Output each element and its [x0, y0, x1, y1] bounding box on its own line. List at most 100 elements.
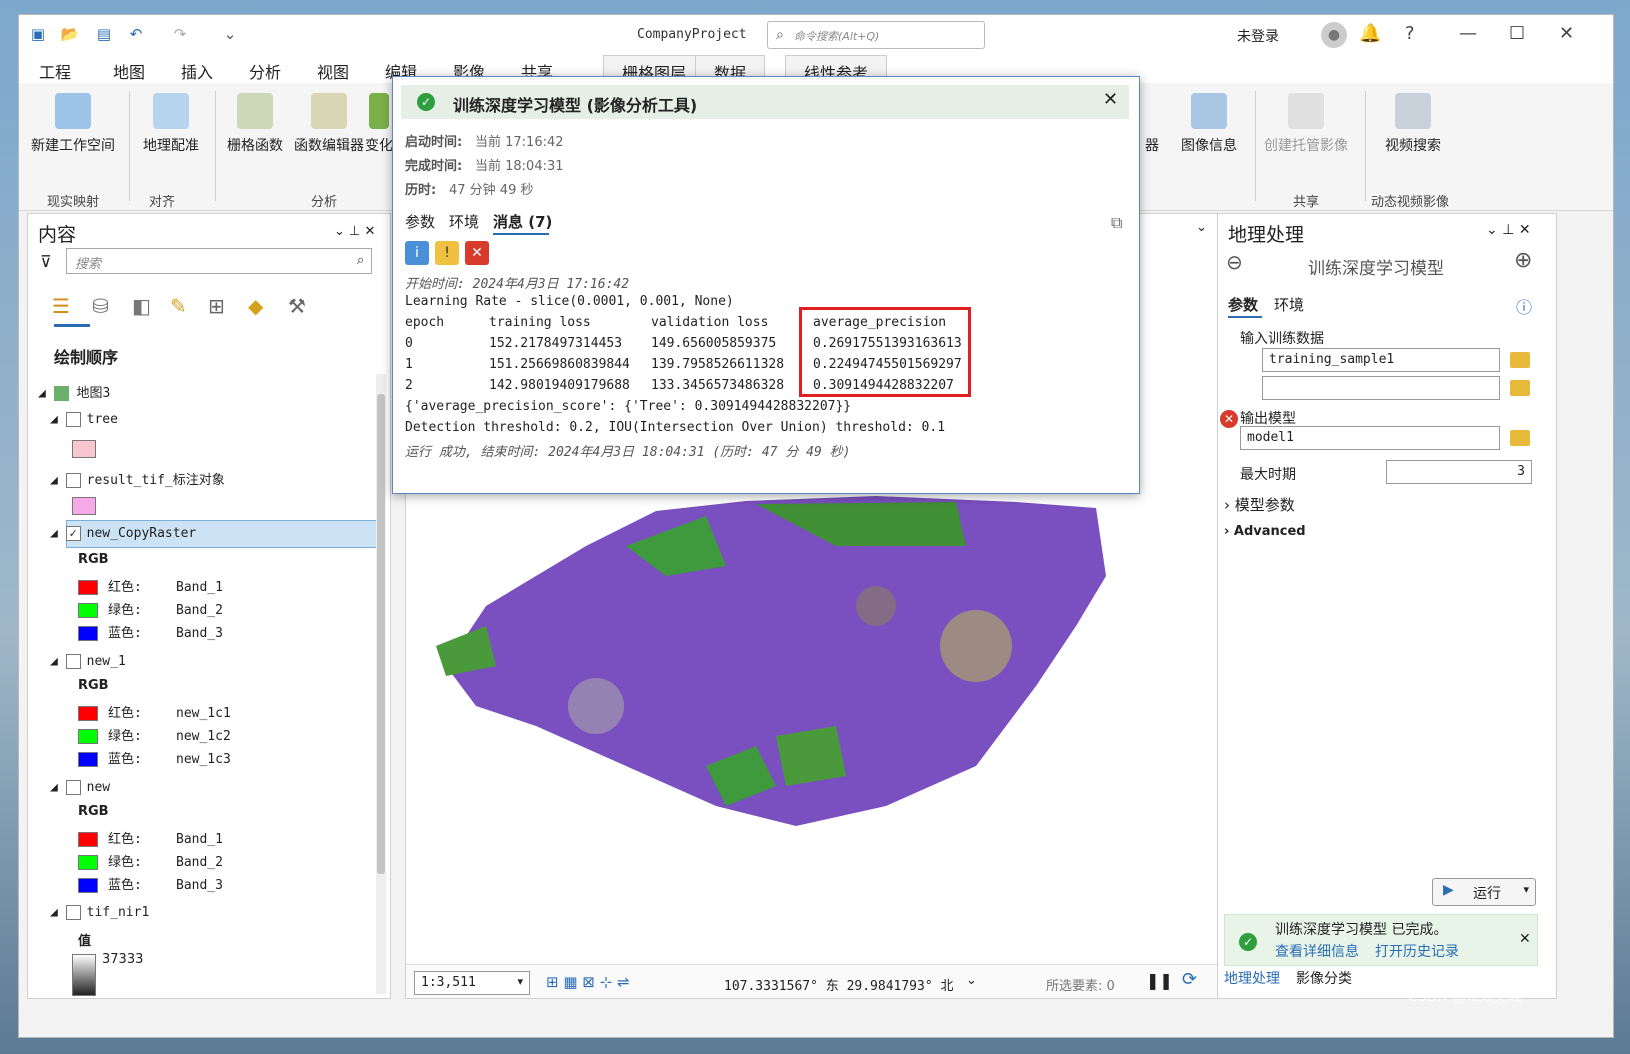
error-filter-icon[interactable]: ✕ [465, 241, 489, 265]
pane-menu-icon[interactable]: ⌄ ⊥ ✕ [334, 224, 375, 239]
map-tab-menu-icon[interactable]: ⌄ [1196, 220, 1207, 235]
pause-icon[interactable]: ❚❚ [1146, 971, 1173, 990]
avatar[interactable]: ● [1321, 22, 1347, 48]
layer-checkbox[interactable] [65, 473, 81, 488]
help-icon[interactable]: ⓘ [1516, 294, 1532, 318]
run-button[interactable]: ▶ 运行 ▾ [1432, 878, 1536, 906]
refresh-icon[interactable]: ⟳ [1182, 969, 1197, 990]
selected-features[interactable]: 所选要素: 0 [1046, 975, 1115, 994]
tab-environments[interactable]: 环境 [1274, 294, 1304, 315]
input-training-data-empty-field[interactable] [1262, 376, 1500, 400]
band-key: 绿色: [108, 603, 142, 618]
browse-folder-icon[interactable] [1510, 352, 1530, 368]
layer-checkbox[interactable] [65, 654, 81, 669]
layer-tif-nir1[interactable]: ◢ tif_nir1 [50, 905, 149, 920]
map-node[interactable]: ◢ 地图3 [38, 382, 110, 401]
customize-toolbar-icon[interactable]: ⌄ [219, 25, 241, 45]
info-filter-icon[interactable]: i [405, 241, 429, 265]
copy-icon[interactable]: ⧉ [1111, 213, 1122, 233]
blue-swatch[interactable] [78, 626, 98, 641]
blue-swatch[interactable] [78, 878, 98, 893]
perspective-imagery-icon[interactable]: ⚒ [288, 294, 306, 318]
symbol-swatch[interactable] [72, 497, 96, 515]
scrollbar-thumb[interactable] [377, 394, 385, 874]
tab-parameters[interactable]: 参数 [1228, 294, 1258, 315]
blue-swatch[interactable] [78, 752, 98, 767]
drawing-order-icon[interactable]: ☰ [52, 294, 70, 318]
minimize-icon[interactable]: — [1459, 23, 1477, 44]
tab-geoprocessing[interactable]: 地理处理 [1224, 968, 1280, 988]
close-icon[interactable]: ✕ [1103, 89, 1118, 110]
symbol-swatch[interactable] [72, 440, 96, 458]
open-history-link[interactable]: 打开历史记录 [1375, 941, 1459, 961]
map-nav-icons[interactable]: ⊞ ▦ ⊠ ⊹ ⇌ [546, 973, 630, 991]
snapping-icon[interactable]: ⊞ [208, 294, 225, 318]
layer-new-copyraster[interactable]: ◢ ✓ new_CopyRaster [50, 526, 196, 541]
menu-project[interactable]: 工程 [39, 59, 71, 83]
pane-menu-icon[interactable]: ⌄ ⊥ ✕ [1486, 222, 1531, 238]
tab-environments[interactable]: 环境 [449, 211, 479, 232]
contents-search-input[interactable]: 搜索 ⌕ [66, 248, 372, 274]
save-icon[interactable]: ▤ [93, 25, 115, 45]
max-epochs-field[interactable]: 3 [1386, 460, 1532, 484]
close-icon[interactable]: ✕ [1519, 931, 1531, 947]
layer-tree[interactable]: ◢ tree [50, 412, 118, 427]
open-folder-icon[interactable]: 📂 [59, 25, 81, 45]
coordinates-dropdown-icon[interactable]: ⌄ [966, 973, 977, 988]
back-icon[interactable]: ⊖ [1226, 250, 1243, 274]
user-status[interactable]: 未登录 [1237, 26, 1279, 46]
layer-checkbox[interactable] [65, 412, 81, 427]
maximize-icon[interactable]: ☐ [1509, 23, 1525, 44]
start-time-value: 当前 17:16:42 [475, 135, 564, 150]
model-params-expander[interactable]: › 模型参数 [1224, 494, 1295, 515]
layer-checkbox[interactable]: ✓ [65, 526, 81, 541]
labeling-icon[interactable]: ◆ [248, 294, 263, 318]
output-model-field[interactable]: model1 [1240, 426, 1500, 450]
notification-icon[interactable]: 🔔 [1359, 23, 1381, 44]
menu-view[interactable]: 视图 [317, 59, 349, 83]
view-details-link[interactable]: 查看详细信息 [1275, 941, 1359, 961]
video-search-button[interactable]: 视频搜索 [1365, 93, 1461, 155]
layer-checkbox[interactable] [65, 780, 81, 795]
red-swatch[interactable] [78, 706, 98, 721]
browse-folder-icon[interactable] [1510, 430, 1530, 446]
tab-parameters[interactable]: 参数 [405, 211, 435, 232]
help-button[interactable]: ? [1405, 23, 1415, 44]
menu-analysis[interactable]: 分析 [249, 59, 281, 83]
advanced-expander[interactable]: › Advanced [1224, 524, 1306, 539]
message-thresholds: Detection threshold: 0.2, IOU(Intersecti… [405, 420, 946, 435]
close-icon[interactable]: ✕ [1559, 23, 1574, 44]
layer-new[interactable]: ◢ new [50, 780, 110, 795]
tab-messages[interactable]: 消息 (7) [493, 211, 552, 232]
redo-icon[interactable]: ↷ [169, 25, 191, 45]
undo-icon[interactable]: ↶ [125, 25, 147, 45]
create-hosted-imagery-button[interactable]: 创建托管影像 [1243, 93, 1369, 155]
layer-result-tif[interactable]: ◢ result_tif_标注对象 [50, 469, 225, 488]
data-source-icon[interactable]: ⛁ [92, 294, 109, 318]
group-analysis: 分析 [311, 195, 338, 210]
add-icon[interactable]: ⊕ [1514, 248, 1532, 273]
menu-insert[interactable]: 插入 [181, 59, 213, 83]
grayscale-ramp[interactable] [72, 954, 96, 996]
red-swatch[interactable] [78, 580, 98, 595]
filter-icon[interactable]: ⊽ [40, 252, 52, 271]
layer-new-1[interactable]: ◢ new_1 [50, 654, 126, 669]
layer-checkbox[interactable] [65, 905, 81, 920]
menu-map[interactable]: 地图 [113, 59, 145, 83]
warning-filter-icon[interactable]: ! [435, 241, 459, 265]
new-project-icon[interactable]: ▣ [27, 25, 49, 45]
scale-selector[interactable]: 1:3,511 ▾ [414, 971, 530, 995]
contents-scrollbar[interactable] [376, 374, 386, 994]
tab-image-classification[interactable]: 影像分类 [1296, 968, 1352, 988]
green-swatch[interactable] [78, 729, 98, 744]
command-search[interactable]: ⌕ 命令搜索(Alt+Q) [767, 21, 985, 49]
green-swatch[interactable] [78, 603, 98, 618]
input-training-data-field[interactable]: training_sample1 [1262, 348, 1500, 372]
new-workspace-button[interactable]: 新建工作空间 [25, 93, 121, 155]
red-swatch[interactable] [78, 832, 98, 847]
green-swatch[interactable] [78, 855, 98, 870]
editing-icon[interactable]: ✎ [170, 294, 187, 318]
selection-icon[interactable]: ◧ [132, 294, 151, 318]
georeference-button[interactable]: 地理配准 [123, 93, 219, 155]
browse-folder-icon[interactable] [1510, 380, 1530, 396]
